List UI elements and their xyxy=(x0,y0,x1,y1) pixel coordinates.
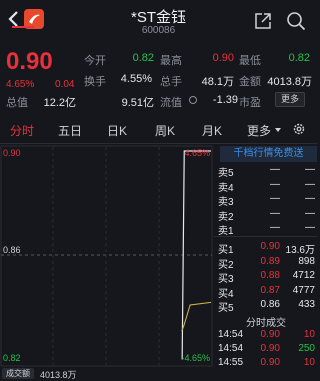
row-price: 0.87 xyxy=(260,284,280,296)
stat-label: 金额 xyxy=(239,76,261,88)
pct-bottom-label: -4.65% xyxy=(181,353,210,363)
change-amount: 0.04 xyxy=(55,79,75,90)
row-label: 卖5 xyxy=(218,168,234,179)
row-price: 0.90 xyxy=(260,241,280,252)
stat-label: 总值 xyxy=(6,97,28,109)
y-axis-mid-label: 0.86 xyxy=(3,245,21,255)
row-label: 买1 xyxy=(218,245,234,256)
stat-value: 12.2亿 xyxy=(43,97,76,109)
y-axis-top-label: 0.90 xyxy=(3,148,21,158)
stat-label: 换手 xyxy=(84,76,106,88)
ask-bid-divider xyxy=(214,236,317,237)
tick-row: 14:54 0.90 10 xyxy=(214,329,317,343)
row-label: 买2 xyxy=(218,259,234,271)
ask-row: 卖3 — — xyxy=(214,193,317,208)
pct-top-label: 4.65% xyxy=(184,148,210,158)
ticks-title[interactable]: 分时成交 xyxy=(216,314,316,329)
row-label: 14:54 xyxy=(218,343,244,354)
info-icon[interactable] xyxy=(189,96,197,104)
stat-label: 最高 xyxy=(160,55,182,67)
ask-row: 卖1 — — xyxy=(214,222,317,237)
row-volume: 4777 xyxy=(292,284,315,296)
active-tab-indicator xyxy=(12,26,34,28)
intraday-chart[interactable]: 0.90 0.86 0.82 4.65% -4.65% xyxy=(0,145,213,367)
row-volume: 13.6万 xyxy=(285,245,315,256)
tab-4[interactable]: 月K xyxy=(202,122,222,139)
stat-value: 0.82 xyxy=(132,52,154,64)
more-button[interactable]: 更多 xyxy=(275,92,305,107)
gear-icon[interactable] xyxy=(292,122,306,136)
row-price: 0.86 xyxy=(260,299,280,310)
row-volume: 10 xyxy=(303,357,315,368)
tick-row: 14:55 0.90 10 xyxy=(214,357,317,371)
stat-label: 市盈 xyxy=(239,97,261,109)
row-label: 14:55 xyxy=(218,357,244,368)
row-price: 0.90 xyxy=(260,329,280,340)
row-label: 卖3 xyxy=(218,197,234,208)
tab-1[interactable]: 五日 xyxy=(58,122,82,139)
row-volume: 433 xyxy=(298,299,315,310)
tab-5[interactable]: 更多 xyxy=(247,122,271,139)
row-volume: — xyxy=(305,178,315,190)
row-volume: 10 xyxy=(303,329,315,340)
row-label: 卖1 xyxy=(218,226,234,237)
stat-label: 最低 xyxy=(239,55,261,67)
row-label: 14:54 xyxy=(218,329,244,340)
stat-label: 总手 xyxy=(160,76,182,88)
row-volume: 250 xyxy=(298,343,315,354)
row-price: — xyxy=(270,193,280,204)
avg-price-line xyxy=(181,301,212,332)
row-label: 卖4 xyxy=(218,182,234,194)
stat-label: 今开 xyxy=(84,55,106,67)
tab-0[interactable]: 分时 xyxy=(10,122,34,139)
current-price: 0.90 xyxy=(6,48,53,75)
row-label: 买4 xyxy=(218,288,234,300)
row-label: 买3 xyxy=(218,274,234,285)
volume-bar: 成交额 4013.8万 xyxy=(0,368,213,381)
row-price: 0.88 xyxy=(260,270,280,281)
row-volume: — xyxy=(305,222,315,233)
stat-value: 48.1万 xyxy=(201,76,234,88)
bid-row: 买5 0.86 433 xyxy=(214,299,317,314)
volume-label[interactable]: 成交额 xyxy=(2,368,34,379)
promo-banner[interactable]: 千档行情免费送 xyxy=(220,146,317,162)
ask-row: 卖4 — — xyxy=(214,178,317,194)
row-label: 卖2 xyxy=(218,211,234,223)
share-icon[interactable] xyxy=(254,12,272,30)
row-label: 买5 xyxy=(218,303,234,314)
stat-value: 4.55% xyxy=(120,73,152,85)
row-price: 0.90 xyxy=(260,357,280,368)
bid-row: 买2 0.89 898 xyxy=(214,255,317,271)
bid-row: 买3 0.88 4712 xyxy=(214,270,317,285)
stat-value: 9.51亿 xyxy=(121,97,154,109)
ask-row: 卖5 — — xyxy=(214,164,317,179)
ask-row: 卖2 — — xyxy=(214,207,317,223)
row-volume: — xyxy=(305,193,315,204)
y-axis-bottom-label: 0.82 xyxy=(3,353,21,363)
bid-row: 买4 0.87 4777 xyxy=(214,284,317,300)
stat-value: 4013.8万 xyxy=(267,76,312,88)
row-volume: — xyxy=(305,207,315,219)
change-percent: 4.65% xyxy=(6,79,35,90)
tab-3[interactable]: 周K xyxy=(155,122,175,139)
row-price: — xyxy=(270,178,280,190)
tick-row: 14:54 0.90 250 xyxy=(214,343,317,357)
row-volume: — xyxy=(305,164,315,175)
row-price: — xyxy=(270,207,280,219)
row-price: — xyxy=(270,222,280,233)
chevron-down-icon[interactable] xyxy=(275,128,281,132)
row-price: 0.90 xyxy=(260,343,280,354)
tab-2[interactable]: 日K xyxy=(107,122,127,139)
stat-value: 0.82 xyxy=(288,52,310,64)
stat-value: 0.90 xyxy=(212,52,234,64)
bid-row: 买1 0.90 13.6万 xyxy=(214,241,317,256)
volume-value: 4013.8万 xyxy=(40,370,77,380)
row-volume: 898 xyxy=(298,255,315,267)
search-icon[interactable] xyxy=(286,11,306,31)
row-price: — xyxy=(270,164,280,175)
row-volume: 4712 xyxy=(292,270,315,281)
stat-label: 流值 xyxy=(160,97,182,109)
row-price: 0.89 xyxy=(260,255,280,267)
